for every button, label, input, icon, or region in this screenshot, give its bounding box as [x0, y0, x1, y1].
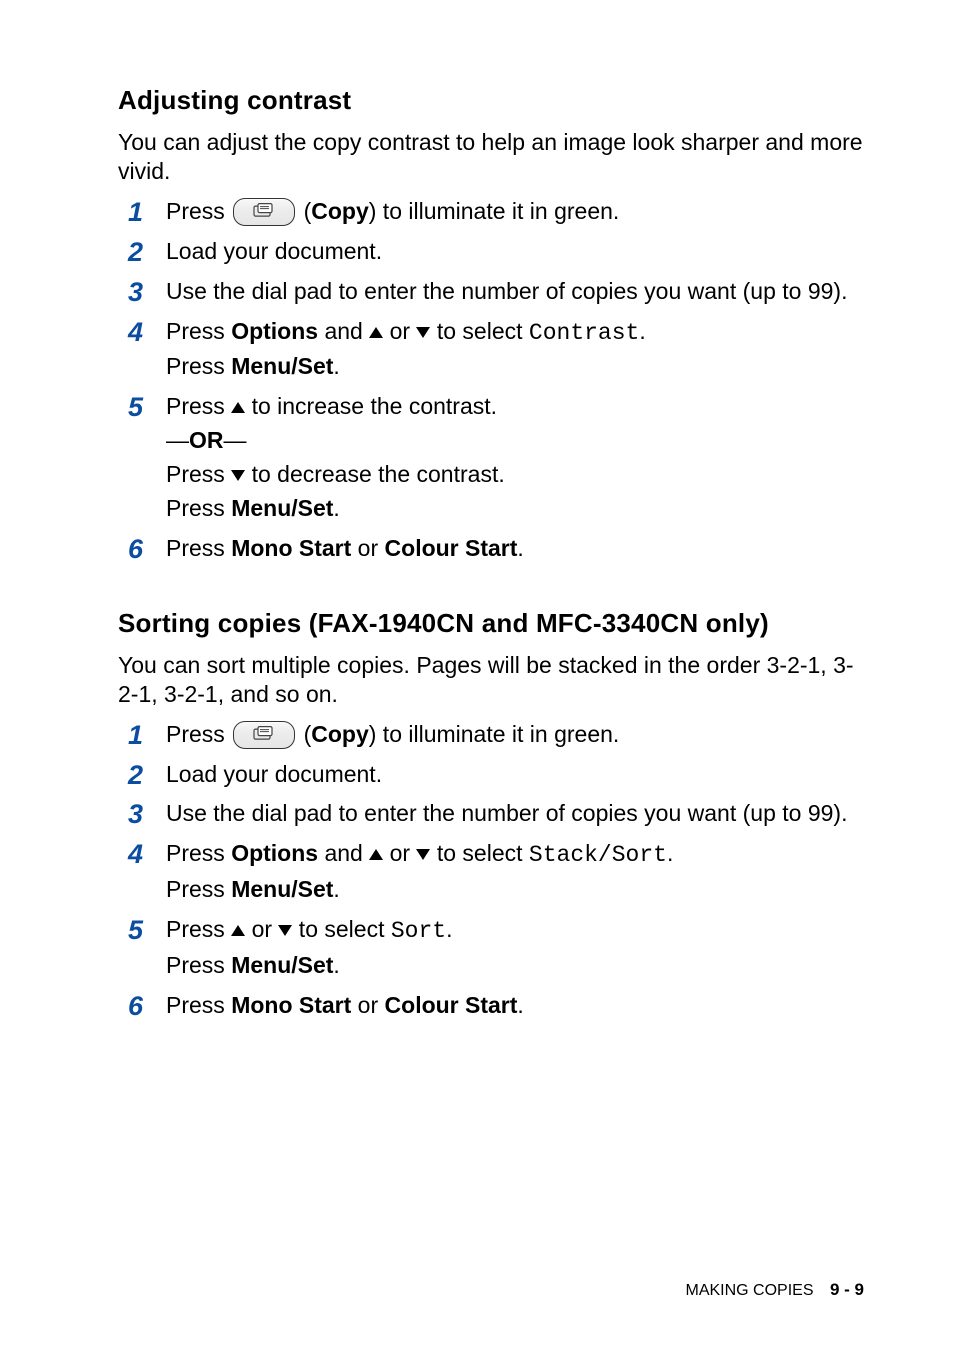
step: 6Press Mono Start or Colour Start. — [128, 534, 864, 568]
lcd-text: Contrast — [529, 320, 639, 346]
step-body: Press (Copy) to illuminate it in green. — [166, 720, 864, 754]
triangle-down-icon — [416, 327, 430, 338]
step-number: 6 — [128, 536, 166, 563]
step-body: Press or to select Sort.Press Menu/Set. — [166, 915, 864, 985]
step-body: Use the dial pad to enter the number of … — [166, 799, 864, 833]
step: 3Use the dial pad to enter the number of… — [128, 799, 864, 833]
section-intro: You can adjust the copy contrast to help… — [118, 128, 864, 187]
lcd-text: Stack/Sort — [529, 842, 667, 868]
step-body: Load your document. — [166, 237, 864, 271]
step-number: 4 — [128, 319, 166, 346]
bold-term: Colour Start — [385, 535, 518, 561]
step-number: 4 — [128, 841, 166, 868]
bold-term: Options — [231, 318, 318, 344]
step-number: 5 — [128, 394, 166, 421]
page-content: Adjusting contrast You can adjust the co… — [0, 0, 954, 1091]
step-number: 1 — [128, 199, 166, 226]
step-body: Use the dial pad to enter the number of … — [166, 277, 864, 311]
step-body: Press to increase the contrast.—OR—Press… — [166, 392, 864, 528]
bold-term: Mono Start — [231, 535, 351, 561]
step-number: 5 — [128, 917, 166, 944]
step: 2Load your document. — [128, 237, 864, 271]
bold-term: Menu/Set — [231, 495, 333, 521]
step: 2Load your document. — [128, 760, 864, 794]
bold-term: Copy — [311, 198, 369, 224]
step-number: 3 — [128, 279, 166, 306]
triangle-up-icon — [369, 849, 383, 860]
step-body: Press (Copy) to illuminate it in green. — [166, 197, 864, 231]
page-footer: MAKING COPIES 9 - 9 — [685, 1280, 864, 1300]
section-intro: You can sort multiple copies. Pages will… — [118, 651, 864, 710]
step: 1Press (Copy) to illuminate it in green. — [128, 197, 864, 231]
bold-term: Copy — [311, 721, 369, 747]
step-body: Press Options and or to select Contrast.… — [166, 317, 864, 387]
steps-list: 1Press (Copy) to illuminate it in green.… — [118, 720, 864, 1025]
step: 4Press Options and or to select Stack/So… — [128, 839, 864, 909]
footer-page-number: 9 - 9 — [830, 1280, 864, 1299]
step: 5Press to increase the contrast.—OR—Pres… — [128, 392, 864, 528]
step-body: Load your document. — [166, 760, 864, 794]
bold-term: Colour Start — [385, 992, 518, 1018]
step-number: 2 — [128, 762, 166, 789]
steps-list: 1Press (Copy) to illuminate it in green.… — [118, 197, 864, 568]
section-heading: Sorting copies (FAX-1940CN and MFC-3340C… — [118, 608, 864, 639]
triangle-down-icon — [278, 925, 292, 936]
bold-term: Menu/Set — [231, 952, 333, 978]
step: 3Use the dial pad to enter the number of… — [128, 277, 864, 311]
step-number: 6 — [128, 993, 166, 1020]
step-body: Press Options and or to select Stack/Sor… — [166, 839, 864, 909]
step-body: Press Mono Start or Colour Start. — [166, 991, 864, 1025]
triangle-up-icon — [231, 925, 245, 936]
step-number: 1 — [128, 722, 166, 749]
triangle-up-icon — [369, 327, 383, 338]
bold-term: OR — [189, 427, 224, 453]
footer-section: MAKING COPIES — [685, 1282, 813, 1299]
bold-term: Menu/Set — [231, 876, 333, 902]
bold-term: Menu/Set — [231, 353, 333, 379]
copy-button-icon — [233, 721, 295, 749]
step-number: 3 — [128, 801, 166, 828]
step: 6Press Mono Start or Colour Start. — [128, 991, 864, 1025]
step: 1Press (Copy) to illuminate it in green. — [128, 720, 864, 754]
section-heading: Adjusting contrast — [118, 85, 864, 116]
step: 5Press or to select Sort.Press Menu/Set. — [128, 915, 864, 985]
triangle-down-icon — [231, 470, 245, 481]
copy-button-icon — [233, 198, 295, 226]
triangle-up-icon — [231, 402, 245, 413]
bold-term: Mono Start — [231, 992, 351, 1018]
lcd-text: Sort — [391, 918, 446, 944]
step-number: 2 — [128, 239, 166, 266]
triangle-down-icon — [416, 849, 430, 860]
bold-term: Options — [231, 840, 318, 866]
step: 4Press Options and or to select Contrast… — [128, 317, 864, 387]
step-body: Press Mono Start or Colour Start. — [166, 534, 864, 568]
